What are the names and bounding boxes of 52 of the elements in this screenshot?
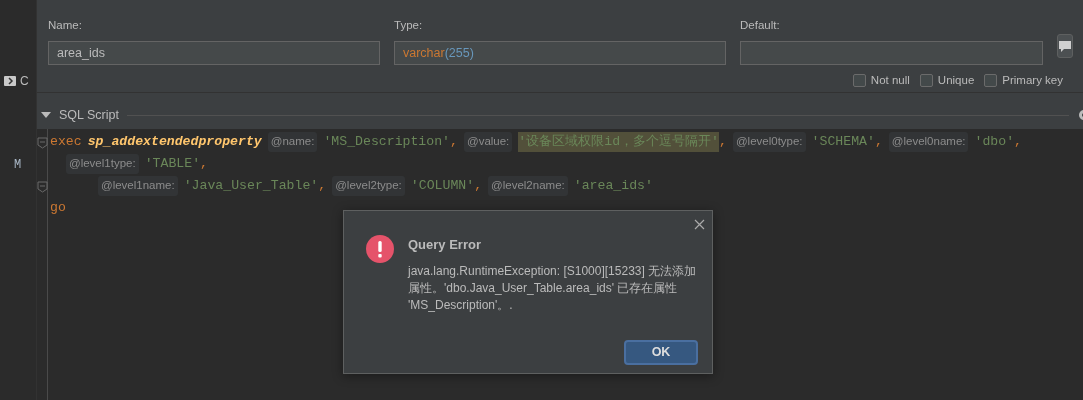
sidebar-tab[interactable]: C	[20, 72, 29, 90]
parameter-hint: @level2name:	[488, 176, 568, 196]
string-literal: 'COLUMN'	[410, 177, 475, 196]
string-literal: 'dbo'	[974, 133, 1015, 152]
procedure-name: sp_addextendedproperty	[87, 133, 262, 152]
speech-bubble-icon	[1058, 40, 1072, 52]
dialog-title: Query Error	[408, 236, 482, 254]
collapse-triangle-icon[interactable]	[41, 111, 51, 119]
comment-button[interactable]	[1057, 34, 1073, 58]
parameter-hint: @level1type:	[66, 154, 139, 174]
fold-marker-icon[interactable]	[37, 137, 48, 149]
comma: ,	[719, 133, 727, 152]
fold-marker-icon[interactable]	[37, 181, 48, 193]
string-literal: 'area_ids'	[573, 177, 653, 196]
input-field[interactable]: area_ids	[48, 41, 380, 66]
string-literal: 'Java_User_Table'	[183, 177, 319, 196]
checkbox[interactable]	[852, 74, 866, 88]
string-literal: 'TABLE'	[144, 155, 201, 174]
close-icon[interactable]	[694, 219, 705, 230]
error-message: java.lang.RuntimeException: [S1000][15233] 无法添加属性。'dbo.Java_User_Table.area_ids' 已存在属性 'MS_Description'。.	[408, 262, 698, 314]
comma: ,	[1014, 133, 1022, 152]
parameter-hint: @level0type:	[732, 132, 806, 152]
sql-keyword: go	[50, 199, 66, 218]
table-cell-text: M	[13, 157, 23, 174]
settings-icon[interactable]	[1077, 108, 1083, 122]
parameter-hint: @name:	[267, 132, 318, 152]
sql-keyword: exec	[50, 133, 82, 152]
field-label: Name:	[48, 18, 83, 33]
comma: ,	[450, 133, 458, 152]
parameter-hint: @value:	[463, 132, 513, 152]
ok-button[interactable]: OK	[624, 339, 698, 365]
parameter-hint: @level0name:	[888, 132, 969, 152]
expand-icon[interactable]	[4, 76, 16, 86]
error-icon	[366, 235, 394, 263]
input-field[interactable]: varchar(255)	[394, 41, 726, 66]
checkbox-label: Unique	[937, 73, 975, 89]
field-label: Type:	[394, 18, 424, 33]
input-field[interactable]	[740, 41, 1043, 66]
field-label: Default:	[740, 18, 781, 33]
checkbox[interactable]	[984, 74, 998, 88]
string-literal: 'SCHEMA'	[811, 133, 875, 152]
string-literal: 'MS_Description'	[323, 133, 451, 152]
comma: ,	[474, 177, 483, 196]
section-title: SQL Script	[59, 106, 119, 124]
comma: ,	[318, 177, 327, 196]
parameter-hint: @level1name:	[98, 176, 178, 196]
checkbox-label: Primary key	[1002, 73, 1063, 89]
checkbox-label: Not null	[870, 73, 910, 89]
checkbox[interactable]	[919, 74, 933, 88]
comma: ,	[200, 155, 208, 174]
parameter-hint: @level2type:	[332, 176, 405, 196]
comma: ,	[874, 133, 883, 152]
